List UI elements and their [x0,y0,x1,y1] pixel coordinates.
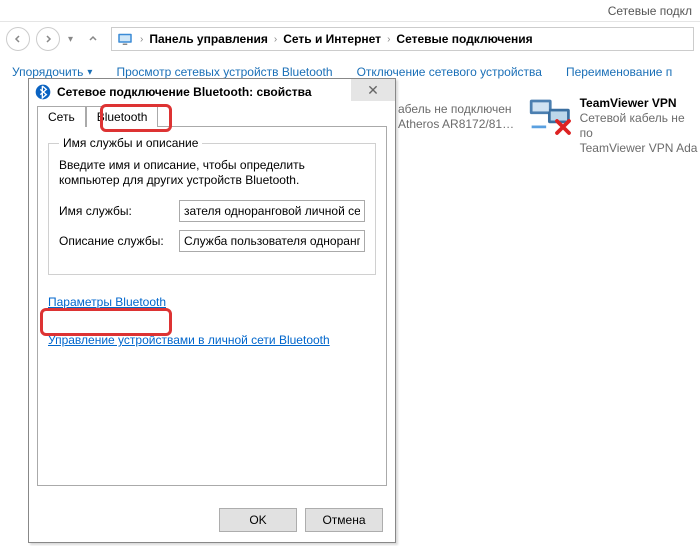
cancel-button[interactable]: Отмена [305,508,383,532]
service-desc-label: Описание службы: [59,234,169,248]
control-panel-icon [116,30,134,48]
tab-network[interactable]: Сеть [37,106,86,127]
address-bar[interactable]: › Панель управления › Сеть и Интернет › … [111,27,694,51]
dialog-titlebar: Сетевое подключение Bluetooth: свойства … [29,79,395,105]
connection-status: абель не подключен [398,102,514,117]
group-legend: Имя службы и описание [59,136,202,150]
arrow-left-icon [12,33,24,45]
error-x-icon [554,118,572,136]
toolbar-view-bt[interactable]: Просмотр сетевых устройств Bluetooth [116,65,332,79]
service-name-label: Имя службы: [59,204,169,218]
connection-adapter: Atheros AR8172/81… [398,117,514,132]
connection-item[interactable]: абель не подключен Atheros AR8172/81… [398,102,514,132]
group-description: Введите имя и описание, чтобы определить… [59,158,365,188]
close-icon: ✕ [367,82,379,99]
arrow-right-icon [42,33,54,45]
nav-recent-caret-icon[interactable]: ▾ [66,34,75,45]
tab-bar: Сеть Bluetooth [37,105,387,126]
chevron-right-icon: › [274,34,277,45]
properties-dialog: Сетевое подключение Bluetooth: свойства … [28,78,396,543]
chevron-right-icon: › [387,34,390,45]
toolbar-disable[interactable]: Отключение сетевого устройства [357,65,542,79]
window-title: Сетевые подкл [608,4,692,18]
nav-row: ▾ › Панель управления › Сеть и Интернет … [0,22,700,56]
connection-adapter: TeamViewer VPN Ada [580,141,700,156]
toolbar-rename[interactable]: Переименование п [566,65,672,79]
service-desc-input[interactable] [179,230,365,252]
caret-down-icon: ▾ [87,67,92,78]
pan-management-link[interactable]: Управление устройствами в личной сети Bl… [48,333,330,347]
bluetooth-icon [35,84,51,100]
connection-item[interactable]: TeamViewer VPN Сетевой кабель не по Team… [528,96,700,156]
close-button[interactable]: ✕ [351,79,395,101]
up-button[interactable] [81,27,105,51]
ok-button[interactable]: OK [219,508,297,532]
connection-name: TeamViewer VPN [580,96,700,111]
breadcrumb-item[interactable]: Сеть и Интернет [283,32,381,46]
service-name-input[interactable] [179,200,365,222]
breadcrumb-item[interactable]: Панель управления [149,32,267,46]
service-group: Имя службы и описание Введите имя и опис… [48,143,376,275]
window-titlebar: Сетевые подкл [0,0,700,22]
tab-bluetooth[interactable]: Bluetooth [86,106,159,127]
toolbar-arrange[interactable]: Упорядочить ▾ [12,65,92,79]
dialog-button-row: OK Отмена [219,508,383,532]
connection-status: Сетевой кабель не по [580,111,700,141]
arrow-up-icon [87,33,99,45]
dialog-title: Сетевое подключение Bluetooth: свойства [57,85,312,99]
forward-button[interactable] [36,27,60,51]
back-button[interactable] [6,27,30,51]
tab-panel: Имя службы и описание Введите имя и опис… [37,126,387,486]
chevron-right-icon: › [140,34,143,45]
breadcrumb-item[interactable]: Сетевые подключения [396,32,532,46]
bluetooth-params-link[interactable]: Параметры Bluetooth [48,295,166,309]
network-adapter-icon [528,96,572,134]
